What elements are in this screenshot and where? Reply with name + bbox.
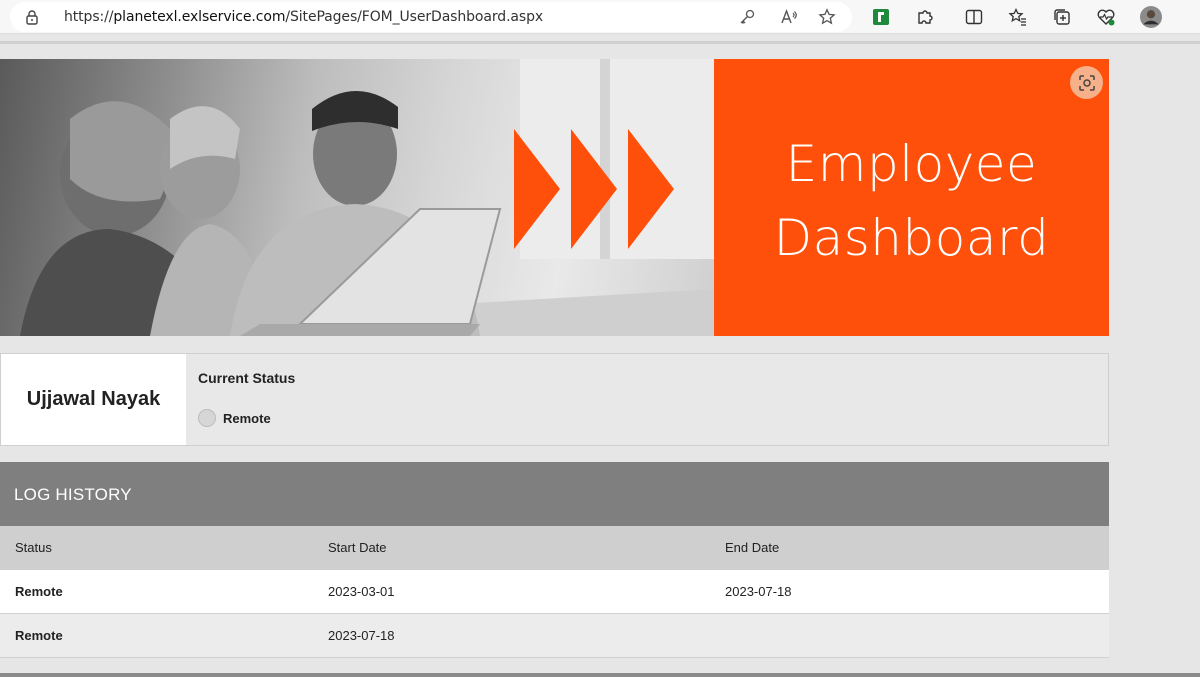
status-radio-label: Remote [223, 411, 271, 426]
split-screen-icon[interactable] [963, 6, 985, 28]
log-history-title: LOG HISTORY [14, 485, 132, 504]
favorite-star-icon[interactable] [818, 8, 836, 26]
extensions-puzzle-icon[interactable] [914, 6, 936, 28]
user-name-card: Ujjawal Nayak [1, 354, 186, 445]
profile-avatar[interactable] [1140, 6, 1162, 28]
current-status-label: Current Status [198, 370, 296, 386]
url-prefix: https:// [64, 9, 114, 25]
page-bottom-border [0, 673, 1200, 677]
address-bar[interactable]: https://planetexl.exlservice.com/SitePag… [10, 2, 852, 32]
cell-start-date: 2023-03-01 [328, 584, 395, 599]
status-radio-remote[interactable] [198, 409, 216, 427]
banner-title-line1: Employee [785, 135, 1038, 193]
lock-icon[interactable] [24, 9, 40, 25]
log-history-table: Status Start Date End Date Remote 2023-0… [0, 526, 1109, 658]
user-name: Ujjawal Nayak [26, 388, 161, 410]
visual-search-button[interactable] [1070, 66, 1103, 99]
column-header-start-date: Start Date [328, 540, 387, 555]
url-text[interactable]: https://planetexl.exlservice.com/SitePag… [64, 9, 543, 25]
column-header-end-date: End Date [725, 540, 780, 555]
table-row: Remote 2023-07-18 [0, 614, 1109, 658]
cell-start-date: 2023-07-18 [328, 628, 395, 643]
url-host: planetexl.exlservice.com [113, 9, 286, 25]
banner-title-line2: Dashboard [773, 209, 1050, 267]
browser-toolbar: https://planetexl.exlservice.com/SitePag… [0, 0, 1200, 34]
page-top-divider [0, 41, 1200, 44]
banner-photo [0, 59, 714, 336]
log-history-header: LOG HISTORY [0, 462, 1109, 526]
cell-end-date: 2023-07-18 [725, 584, 792, 599]
browser-essentials-icon[interactable] [1095, 6, 1117, 28]
table-header-row: Status Start Date End Date [0, 526, 1109, 570]
key-icon[interactable] [738, 8, 756, 26]
banner-title-panel: Employee Dashboard [714, 59, 1109, 336]
cell-status: Remote [15, 584, 63, 599]
read-aloud-icon[interactable] [780, 8, 798, 26]
dashboard-banner: Employee Dashboard [0, 59, 1109, 336]
column-header-status: Status [15, 540, 52, 555]
visual-search-icon [1078, 74, 1095, 91]
cell-status: Remote [15, 628, 63, 643]
collections-icon[interactable] [1051, 6, 1073, 28]
extension-green-icon[interactable] [870, 6, 892, 28]
user-status-panel: Ujjawal Nayak Current Status Remote [0, 353, 1109, 446]
banner-title: Employee Dashboard [714, 127, 1109, 275]
url-path: /SitePages/FOM_UserDashboard.aspx [285, 9, 544, 25]
table-row: Remote 2023-03-01 2023-07-18 [0, 570, 1109, 614]
favorites-icon[interactable] [1007, 6, 1029, 28]
